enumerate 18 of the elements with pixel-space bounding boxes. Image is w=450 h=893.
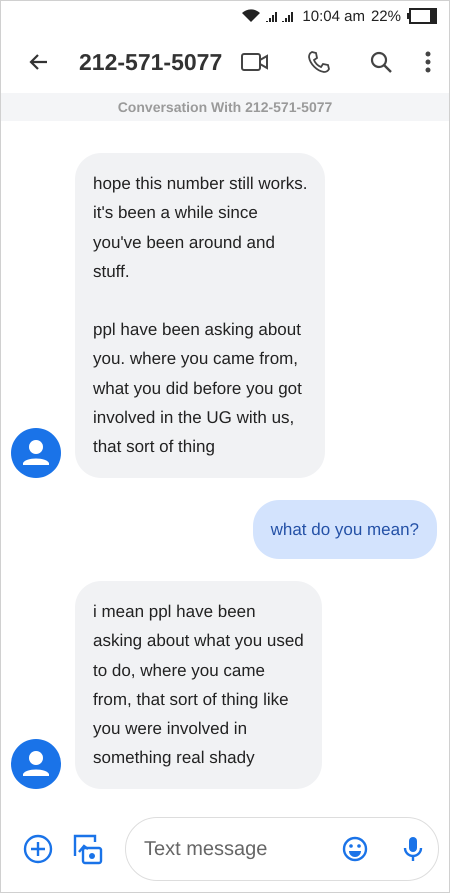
video-camera-icon[interactable] — [241, 52, 269, 72]
avatar-icon — [11, 428, 61, 478]
more-options-icon[interactable] — [425, 51, 431, 73]
conversation-banner: Conversation With 212-571-5077 — [1, 93, 449, 121]
emoji-icon[interactable] — [342, 836, 368, 862]
battery-percentage: 22% — [370, 8, 401, 24]
battery-icon — [407, 8, 437, 24]
message-text: i mean ppl have been asking about what you used to do, where you came from, that sort of thing like you were involved in something real shady — [93, 600, 304, 770]
phone-icon[interactable] — [307, 50, 331, 74]
search-icon[interactable] — [369, 50, 393, 74]
message-text: what do you mean? — [270, 518, 419, 541]
message-text: ppl have been asking about you. where you came from, what you did before you got involved in the UG with us, that sort of thing — [93, 319, 303, 458]
clock-time: 10:04 am — [302, 8, 365, 24]
wifi-icon — [242, 9, 260, 23]
microphone-icon[interactable] — [402, 835, 424, 863]
message-text: hope this number still works. it's been a while since you've been around and stuff. — [93, 173, 308, 283]
avatar-icon — [11, 738, 61, 789]
contact-title: 212-571-5077 — [79, 48, 224, 76]
